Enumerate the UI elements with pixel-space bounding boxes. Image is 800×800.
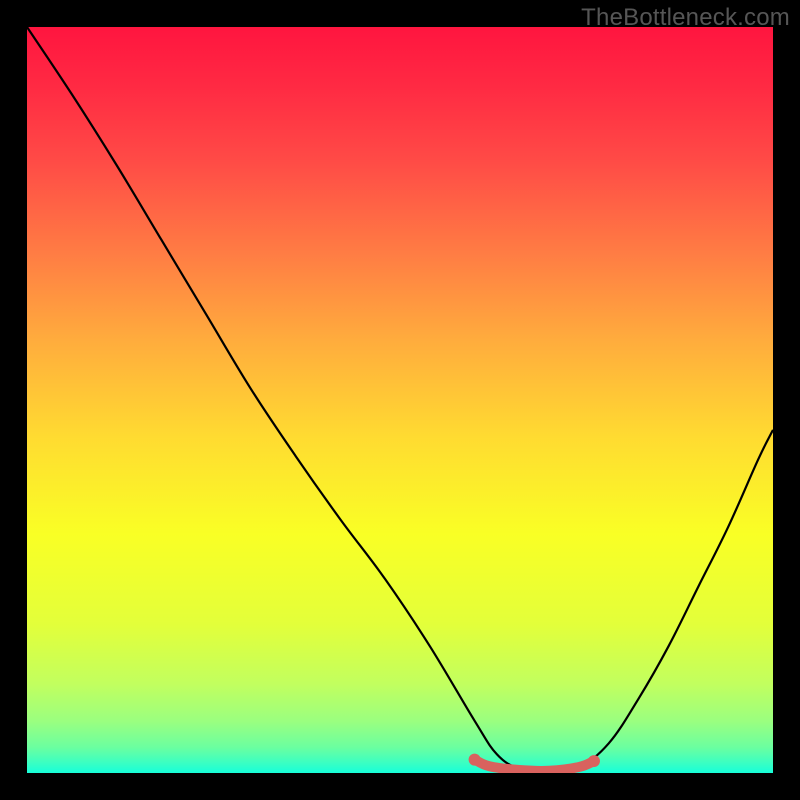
plot-area [27, 27, 773, 773]
curve-layer [27, 27, 773, 773]
chart-frame: TheBottleneck.com [0, 0, 800, 800]
bottleneck-curve [27, 27, 773, 772]
optimal-zone-marker-end [588, 755, 600, 767]
optimal-zone-marker-start [469, 754, 481, 766]
optimal-zone-marker [475, 760, 594, 771]
watermark-text: TheBottleneck.com [581, 4, 790, 32]
